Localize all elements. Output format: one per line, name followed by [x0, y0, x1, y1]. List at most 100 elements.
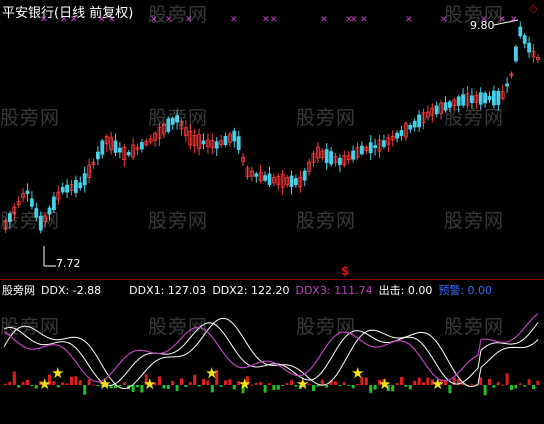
ddx-bar: [369, 385, 373, 393]
ddx-bar: [232, 385, 236, 390]
ddx-bar: [505, 373, 509, 385]
candle-body: [126, 152, 131, 156]
ddx-bar: [87, 379, 91, 385]
candle-body: [359, 145, 364, 155]
ddx-bar: [334, 381, 337, 385]
signal-marker: $: [341, 264, 350, 278]
candle-body: [139, 142, 144, 150]
diamond-icon: ◇: [529, 2, 538, 15]
candle-body: [417, 114, 422, 128]
ddx-bar: [536, 380, 540, 385]
watermark: 股旁网: [444, 210, 505, 232]
watermark: 股旁网: [0, 316, 61, 338]
ddx-bar: [417, 377, 421, 385]
event-marker: ✕: [350, 15, 358, 25]
signal-star: ★: [431, 375, 444, 393]
ddx-bar: [422, 382, 425, 385]
candle-body: [60, 186, 65, 193]
ddx-bar: [56, 385, 60, 388]
pane-divider: [0, 279, 544, 280]
watermark: 股旁网: [148, 4, 209, 26]
ddx-bar: [210, 385, 214, 393]
candle-body: [351, 150, 356, 160]
event-marker: ✕: [320, 15, 328, 25]
watermark: 股旁网: [296, 107, 357, 129]
ddx-bar: [30, 385, 34, 386]
ddx-bar: [281, 385, 285, 386]
ddx-bar: [347, 385, 351, 386]
signal-star: ★: [238, 375, 251, 393]
candle-body: [483, 92, 488, 104]
ddx-bar: [136, 385, 139, 388]
candle-body: [254, 173, 259, 177]
ddx-bar: [479, 377, 483, 385]
ddx-bar: [364, 377, 368, 385]
ddx-bar: [268, 383, 271, 385]
signal-star: ★: [296, 375, 309, 393]
candle-body: [399, 130, 404, 136]
ddx-bar: [184, 385, 188, 388]
candle-body: [65, 184, 69, 193]
ddx-bar: [122, 382, 126, 385]
candle-body: [487, 96, 492, 100]
ddx-bar: [83, 385, 87, 395]
ddx-bar: [4, 383, 7, 385]
ddx-bar: [470, 384, 474, 386]
signal-star: ★: [205, 364, 218, 382]
ddx-bar: [356, 384, 359, 386]
ddx-bar: [263, 385, 267, 393]
ddx-bar: [523, 385, 527, 387]
ddx-bar: [21, 381, 25, 385]
candle-body: [118, 147, 122, 153]
ddx-bar: [70, 376, 73, 385]
ddx-bar: [219, 385, 223, 387]
ddx-bar: [518, 383, 522, 385]
ddx-bar: [338, 385, 342, 386]
ddx-bar: [188, 382, 192, 385]
ddx-bar: [228, 379, 232, 385]
candle-body: [395, 132, 400, 139]
candle-body: [214, 141, 219, 149]
ddx-bar: [276, 385, 280, 390]
ddx-bar: [342, 382, 346, 385]
candle-body: [329, 151, 334, 165]
ddx-bar: [166, 385, 170, 390]
ddx-bar: [26, 379, 29, 385]
candle-body: [201, 140, 206, 145]
price-min-label: 7.72: [56, 257, 81, 270]
candle-body: [434, 105, 439, 115]
ddx-bar: [118, 385, 122, 387]
ddx-bar: [259, 381, 263, 385]
candle-body: [324, 149, 329, 164]
candle-body: [78, 182, 83, 189]
candle-body: [505, 83, 510, 87]
ddx-bar: [514, 385, 518, 389]
event-marker: ✕: [360, 15, 368, 25]
ddx-bar: [488, 378, 491, 385]
signal-star: ★: [351, 364, 364, 382]
watermark: 股旁网: [148, 210, 209, 232]
watermark: 股旁网: [0, 210, 61, 232]
candle-body: [223, 135, 228, 146]
ddx-bar: [532, 385, 535, 389]
candle-body: [381, 140, 386, 147]
ddx-bar: [492, 385, 496, 388]
ddx-bar: [272, 385, 276, 391]
event-marker: ✕: [270, 15, 278, 25]
candle-body: [302, 170, 307, 181]
watermark: 股旁网: [444, 107, 505, 129]
candle-body: [293, 178, 298, 186]
candle-body: [337, 157, 342, 165]
ddx-bar: [175, 385, 179, 392]
ddx-bar: [171, 381, 175, 385]
candle-body: [412, 120, 417, 128]
candlestick-chart[interactable]: ✕ ✕ ✕ ✕ ✕ ✕ ✕ ✕ ✕ ✕ ✕ ✕ ✕✕ ✕ ✕ ✕ ✕ ✕ ✕: [0, 0, 544, 276]
event-marker: ✕: [405, 15, 413, 25]
ddx-bar: [325, 385, 329, 388]
ddx-bar: [395, 383, 399, 385]
watermark: 股旁网: [296, 210, 357, 232]
ddx-bar: [158, 376, 161, 385]
ddx-bar: [501, 384, 505, 386]
ddx-bar: [285, 383, 289, 385]
candle-body: [373, 145, 378, 149]
